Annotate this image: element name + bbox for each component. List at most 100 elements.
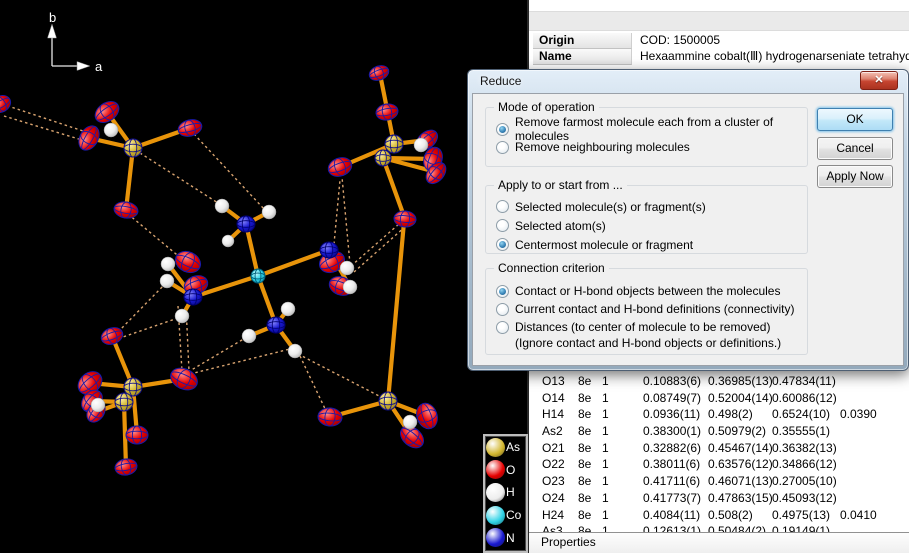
atom-table-cell: 0.36985(13)	[708, 374, 773, 388]
atom-As[interactable]	[385, 135, 403, 153]
atom-O[interactable]	[0, 92, 14, 116]
bond	[258, 250, 329, 276]
atom-H[interactable]	[340, 261, 354, 275]
radio-label[interactable]: Remove farmost molecule each from a clus…	[515, 115, 807, 143]
atom-H[interactable]	[160, 274, 174, 288]
atom-H[interactable]	[343, 280, 357, 294]
atom-H[interactable]	[242, 329, 256, 343]
atom-table-cell: 0.4975(13)	[772, 508, 830, 522]
atom-As[interactable]	[379, 392, 397, 410]
atom-O[interactable]	[176, 117, 203, 139]
radio-option[interactable]: Current contact and H-bond definitions (…	[486, 300, 807, 318]
bond	[383, 158, 405, 219]
atom-As[interactable]	[124, 139, 142, 157]
atom-table-row[interactable]: O228e10.38011(6)0.63576(12)0.34866(12)	[529, 456, 909, 473]
atom-table-cell: 0.32882(6)	[643, 441, 701, 455]
atom-N[interactable]	[184, 289, 202, 305]
atom-As[interactable]	[375, 150, 391, 166]
radio-button-icon[interactable]	[496, 200, 509, 213]
radio-label[interactable]: Centermost molecule or fragment	[515, 238, 693, 252]
ok-button[interactable]: OK	[817, 108, 893, 131]
atom-table-row[interactable]: O138e10.10883(6)0.36985(13)0.47834(11)	[529, 373, 909, 390]
atom-table-row[interactable]: As38e10.12613(1)0.50484(2)0.19149(1)	[529, 523, 909, 532]
atom-O[interactable]	[91, 97, 123, 127]
cancel-button[interactable]: Cancel	[817, 137, 893, 160]
atom-H[interactable]	[403, 415, 417, 429]
atom-table-cell: 0.0936(11)	[643, 407, 700, 421]
atom-sphere-icon	[486, 438, 505, 457]
radio-option[interactable]: Distances (to center of molecule to be r…	[486, 318, 807, 336]
radio-label[interactable]: Selected molecule(s) or fragment(s)	[515, 200, 706, 214]
structure-viewport[interactable]: ba	[0, 0, 527, 553]
atom-H[interactable]	[288, 344, 302, 358]
atom-table-cell: 1	[602, 491, 609, 505]
group-box-title: Mode of operation	[494, 100, 599, 114]
radio-option[interactable]: Centermost molecule or fragment	[486, 235, 807, 254]
atom-H[interactable]	[281, 302, 295, 316]
atom-O[interactable]	[413, 400, 441, 431]
atom-Co[interactable]	[251, 269, 265, 283]
radio-option[interactable]: Selected molecule(s) or fragment(s)	[486, 197, 807, 216]
atom-O[interactable]	[167, 364, 201, 394]
atom-table-cell: As3	[542, 524, 563, 532]
atom-table-row[interactable]: H248e10.4084(11)0.508(2)0.4975(13)0.0410	[529, 507, 909, 524]
atom-O[interactable]	[326, 154, 355, 179]
atom-table-row[interactable]: O218e10.32882(6)0.45467(14)0.36382(13)	[529, 440, 909, 457]
atom-table-row[interactable]: O238e10.41711(6)0.46071(13)0.27005(10)	[529, 473, 909, 490]
atom-H[interactable]	[175, 309, 189, 323]
radio-button-icon[interactable]	[496, 141, 509, 154]
dialog-title[interactable]: Reduce	[480, 74, 521, 88]
radio-button-icon[interactable]	[496, 321, 509, 334]
atom-O[interactable]	[367, 63, 391, 83]
radio-label[interactable]: Distances (to center of molecule to be r…	[515, 320, 770, 334]
reduce-dialog: Reduce ✕ Mode of operationRemove farmost…	[467, 69, 909, 371]
molecule-scene[interactable]: ba	[0, 0, 527, 553]
radio-label[interactable]: Selected atom(s)	[515, 219, 606, 233]
atom-As[interactable]	[115, 393, 133, 411]
atom-H[interactable]	[222, 235, 234, 247]
atom-O[interactable]	[126, 426, 148, 444]
atom-H[interactable]	[414, 138, 428, 152]
atom-table-row[interactable]: O148e10.08749(7)0.52004(14)0.60086(12)	[529, 390, 909, 407]
legend-label: N	[506, 531, 515, 545]
atom-O[interactable]	[114, 457, 138, 477]
atom-N[interactable]	[267, 317, 285, 333]
group-box-title: Connection criterion	[494, 261, 609, 275]
atom-table-cell: 0.41773(7)	[643, 491, 701, 505]
apply-now-button[interactable]: Apply Now	[817, 165, 893, 188]
atom-table-cell: 0.498(2)	[708, 407, 753, 421]
atom-O[interactable]	[317, 407, 342, 427]
radio-option[interactable]: Contact or H-bond objects between the mo…	[486, 282, 807, 300]
radio-note: (Ignore contact and H-bond objects or de…	[486, 336, 807, 350]
atom-N[interactable]	[320, 242, 338, 258]
group-box-1: Mode of operationRemove farmost molecule…	[485, 107, 808, 167]
atom-O[interactable]	[99, 325, 125, 348]
properties-section-header[interactable]: Properties	[529, 532, 909, 553]
radio-button-icon[interactable]	[496, 219, 509, 232]
atom-H[interactable]	[262, 205, 276, 219]
atom-H[interactable]	[161, 257, 175, 271]
atom-O[interactable]	[113, 200, 139, 220]
atom-table-row[interactable]: H148e10.0936(11)0.498(2)0.6524(10)0.0390	[529, 406, 909, 423]
radio-button-icon[interactable]	[496, 303, 509, 316]
radio-button-icon[interactable]	[496, 123, 509, 136]
radio-option[interactable]: Selected atom(s)	[486, 216, 807, 235]
atom-N[interactable]	[237, 216, 255, 232]
atom-table-row[interactable]: As28e10.38300(1)0.50979(2)0.35555(1)	[529, 423, 909, 440]
axis-label-b: b	[49, 10, 56, 25]
radio-label[interactable]: Current contact and H-bond definitions (…	[515, 302, 794, 316]
atom-H[interactable]	[91, 398, 105, 412]
atom-sphere-icon	[486, 506, 505, 525]
atom-table-cell: 0.38011(6)	[643, 457, 700, 471]
atom-H[interactable]	[215, 199, 229, 213]
atom-H[interactable]	[104, 123, 118, 137]
atom-O[interactable]	[75, 122, 104, 154]
radio-option[interactable]: Remove farmost molecule each from a clus…	[486, 120, 807, 138]
close-icon[interactable]: ✕	[860, 71, 898, 90]
radio-button-icon[interactable]	[496, 285, 509, 298]
atom-O[interactable]	[375, 102, 399, 122]
radio-label[interactable]: Contact or H-bond objects between the mo…	[515, 284, 780, 298]
radio-label[interactable]: Remove neighbouring molecules	[515, 140, 690, 154]
radio-button-icon[interactable]	[496, 238, 509, 251]
atom-table-row[interactable]: O248e10.41773(7)0.47863(15)0.45093(12)	[529, 490, 909, 507]
